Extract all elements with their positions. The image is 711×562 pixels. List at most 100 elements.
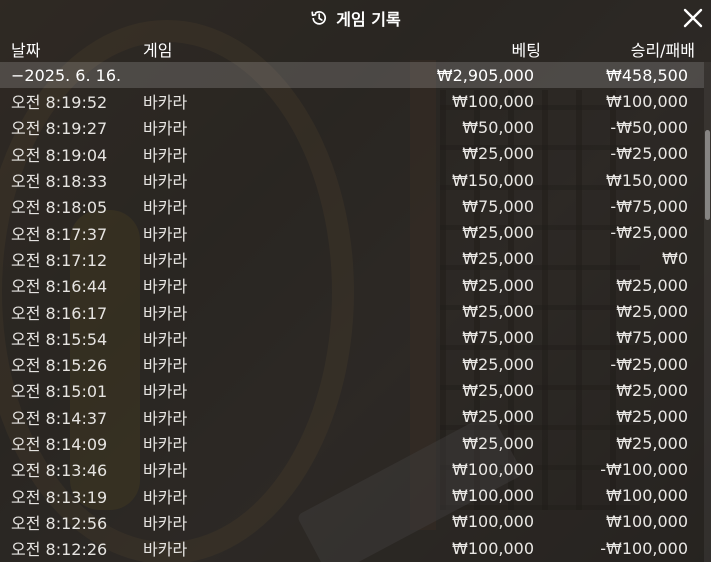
row-game: 바카라	[143, 461, 188, 481]
history-row[interactable]: 오전 8:13:46 바카라 ₩100,000 -₩100,000	[0, 456, 704, 482]
row-result: ₩100,000	[606, 91, 688, 111]
dialog-title: 게임 기록	[336, 10, 401, 29]
row-time: 오전 8:15:01	[11, 382, 108, 402]
history-row[interactable]: 오전 8:16:44 바카라 ₩25,000 ₩25,000	[0, 272, 704, 298]
row-time: 오전 8:13:19	[11, 487, 108, 507]
row-time: 오전 8:15:26	[11, 356, 108, 376]
history-row[interactable]: 오전 8:16:17 바카라 ₩25,000 ₩25,000	[0, 298, 704, 324]
row-time: 오전 8:19:27	[11, 119, 108, 139]
history-row[interactable]: 오전 8:19:04 바카라 ₩25,000 -₩25,000	[0, 141, 704, 167]
row-game: 바카라	[143, 540, 188, 560]
row-result: ₩150,000	[606, 170, 688, 190]
history-row[interactable]: 오전 8:12:26 바카라 ₩100,000 -₩100,000	[0, 535, 704, 561]
row-bet: ₩25,000	[462, 223, 534, 243]
row-game: 바카라	[143, 93, 188, 113]
row-bet: ₩25,000	[462, 144, 534, 164]
history-row[interactable]: 오전 8:19:52 바카라 ₩100,000 ₩100,000	[0, 88, 704, 114]
row-game: 바카라	[143, 382, 188, 402]
row-bet: ₩100,000	[452, 512, 534, 532]
row-bet: ₩100,000	[452, 459, 534, 479]
scrollbar-track[interactable]	[704, 62, 711, 562]
row-time: 오전 8:19:04	[11, 145, 108, 165]
row-result: -₩25,000	[610, 223, 688, 243]
row-bet: ₩25,000	[462, 407, 534, 427]
row-bet: ₩25,000	[462, 275, 534, 295]
history-row[interactable]: 오전 8:17:37 바카라 ₩25,000 -₩25,000	[0, 219, 704, 245]
row-game: 바카라	[143, 172, 188, 192]
row-result: ₩75,000	[616, 328, 688, 348]
row-bet: ₩100,000	[452, 91, 534, 111]
row-bet: ₩75,000	[462, 196, 534, 216]
row-game: 바카라	[143, 303, 188, 323]
row-bet: ₩100,000	[452, 486, 534, 506]
row-game: 바카라	[143, 198, 188, 218]
row-result: ₩100,000	[606, 486, 688, 506]
row-time: 오전 8:16:17	[11, 303, 108, 323]
group-bet-total: ₩2,905,000	[436, 65, 534, 85]
header-result[interactable]: 승리/패배	[631, 37, 695, 61]
group-result-total: ₩458,500	[606, 65, 688, 85]
game-history-panel: 게임 기록 날짜 게임 베팅 승리/패배 −2025. 6. 16. ₩2,90…	[0, 0, 711, 562]
scrollbar-thumb[interactable]	[705, 130, 710, 220]
table-header: 날짜 게임 베팅 승리/패배	[0, 36, 711, 62]
history-row[interactable]: 오전 8:18:05 바카라 ₩75,000 -₩75,000	[0, 193, 704, 219]
row-time: 오전 8:19:52	[11, 93, 108, 113]
history-icon	[310, 9, 328, 27]
row-result: -₩100,000	[600, 459, 688, 479]
row-bet: ₩75,000	[462, 328, 534, 348]
row-bet: ₩25,000	[462, 433, 534, 453]
date-group-summary[interactable]: −2025. 6. 16. ₩2,905,000 ₩458,500	[0, 62, 704, 88]
history-row[interactable]: 오전 8:17:12 바카라 ₩25,000 ₩0	[0, 246, 704, 272]
row-time: 오전 8:18:33	[11, 172, 108, 192]
row-game: 바카라	[143, 119, 188, 139]
row-game: 바카라	[143, 224, 188, 244]
row-result: ₩25,000	[616, 275, 688, 295]
history-list: 오전 8:19:52 바카라 ₩100,000 ₩100,000 오전 8:19:27 바…	[0, 88, 704, 561]
row-game: 바카라	[143, 250, 188, 270]
header-date[interactable]: 날짜	[11, 37, 40, 61]
row-bet: ₩25,000	[462, 249, 534, 269]
row-result: ₩25,000	[616, 433, 688, 453]
row-result: -₩100,000	[600, 538, 688, 558]
row-game: 바카라	[143, 356, 188, 376]
row-bet: ₩150,000	[452, 170, 534, 190]
row-time: 오전 8:12:56	[11, 513, 108, 533]
history-row[interactable]: 오전 8:19:27 바카라 ₩50,000 -₩50,000	[0, 114, 704, 140]
history-row[interactable]: 오전 8:15:01 바카라 ₩25,000 ₩25,000	[0, 377, 704, 403]
row-time: 오전 8:18:05	[11, 198, 108, 218]
row-result: ₩25,000	[616, 302, 688, 322]
row-time: 오전 8:17:37	[11, 224, 108, 244]
row-bet: ₩100,000	[452, 538, 534, 558]
history-row[interactable]: 오전 8:18:33 바카라 ₩150,000 ₩150,000	[0, 167, 704, 193]
row-time: 오전 8:14:37	[11, 408, 108, 428]
row-game: 바카라	[143, 513, 188, 533]
row-game: 바카라	[143, 329, 188, 349]
row-time: 오전 8:14:09	[11, 435, 108, 454]
row-time: 오전 8:16:44	[11, 277, 108, 297]
history-row[interactable]: 오전 8:15:54 바카라 ₩75,000 ₩75,000	[0, 325, 704, 351]
history-row[interactable]: 오전 8:14:09 바카라 ₩25,000 ₩25,000	[0, 430, 704, 456]
row-result: ₩25,000	[616, 380, 688, 400]
row-bet: ₩25,000	[462, 380, 534, 400]
row-game: 바카라	[143, 408, 188, 428]
row-bet: ₩25,000	[462, 354, 534, 374]
row-result: -₩25,000	[610, 144, 688, 164]
history-row[interactable]: 오전 8:15:26 바카라 ₩25,000 -₩25,000	[0, 351, 704, 377]
history-row[interactable]: 오전 8:12:56 바카라 ₩100,000 ₩100,000	[0, 509, 704, 535]
row-result: ₩0	[662, 249, 688, 269]
header-game[interactable]: 게임	[143, 37, 172, 61]
row-time: 오전 8:12:26	[11, 540, 108, 560]
close-button[interactable]	[681, 6, 705, 30]
close-icon	[683, 8, 703, 28]
row-time: 오전 8:17:12	[11, 250, 108, 270]
row-bet: ₩25,000	[462, 302, 534, 322]
title-bar: 게임 기록	[0, 0, 711, 36]
history-row[interactable]: 오전 8:14:37 바카라 ₩25,000 ₩25,000	[0, 404, 704, 430]
history-row[interactable]: 오전 8:13:19 바카라 ₩100,000 ₩100,000	[0, 482, 704, 508]
group-date: −2025. 6. 16.	[11, 65, 122, 85]
row-game: 바카라	[143, 277, 188, 297]
row-game: 바카라	[143, 487, 188, 507]
row-game: 바카라	[143, 145, 188, 165]
header-bet[interactable]: 베팅	[512, 37, 541, 61]
row-result: -₩25,000	[610, 354, 688, 374]
